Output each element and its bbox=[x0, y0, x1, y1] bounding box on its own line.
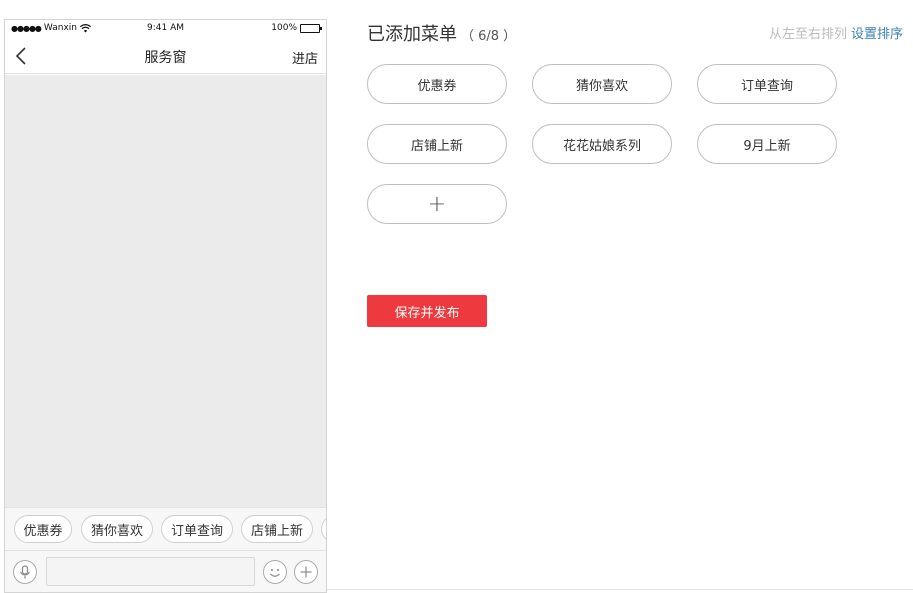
chat-area bbox=[5, 75, 326, 507]
menu-item-button[interactable]: 花花姑娘系列 bbox=[532, 124, 672, 164]
set-sort-link[interactable]: 设置排序 bbox=[851, 27, 903, 42]
menu-item-button[interactable]: 9月上新 bbox=[697, 124, 837, 164]
microphone-icon bbox=[20, 565, 30, 579]
save-and-publish-button[interactable]: 保存并发布 bbox=[367, 295, 487, 327]
divider bbox=[327, 589, 913, 590]
battery-icon bbox=[300, 23, 322, 33]
menu-item-button[interactable]: 店铺上新 bbox=[367, 124, 507, 164]
plus-circle-icon bbox=[300, 566, 312, 578]
panel-title: 已添加菜单 （ 6/8 ） bbox=[367, 20, 516, 46]
enter-store-link[interactable]: 进店 bbox=[292, 48, 318, 67]
menu-chip-partial[interactable] bbox=[321, 515, 326, 543]
sort-order-label: 从左至右排列 bbox=[768, 27, 847, 42]
menu-chip[interactable]: 店铺上新 bbox=[241, 515, 313, 543]
nav-bar: 服务窗 进店 bbox=[5, 38, 326, 74]
smiley-icon bbox=[270, 569, 280, 577]
battery-percent: 100% bbox=[271, 23, 297, 33]
panel-title-text: 已添加菜单 bbox=[367, 24, 457, 45]
menu-item-button[interactable]: 优惠券 bbox=[367, 64, 507, 104]
emoji-button[interactable] bbox=[263, 560, 287, 584]
menu-count: （ 6/8 ） bbox=[461, 29, 517, 44]
menu-chip[interactable]: 猜你喜欢 bbox=[81, 515, 153, 543]
phone-preview: ●●●●● Wanxin 9:41 AM 100% 服务窗 进店 优惠券 猜你喜… bbox=[4, 19, 327, 593]
more-button[interactable] bbox=[294, 560, 318, 584]
menu-item-button[interactable]: 猜你喜欢 bbox=[532, 64, 672, 104]
menu-strip: 优惠券 猜你喜欢 订单查询 店铺上新 bbox=[5, 507, 326, 550]
input-bar bbox=[5, 550, 326, 592]
page: ●●●●● Wanxin 9:41 AM 100% 服务窗 进店 优惠券 猜你喜… bbox=[0, 0, 913, 593]
nav-title: 服务窗 bbox=[144, 50, 187, 66]
menu-item-button[interactable]: 订单查询 bbox=[697, 64, 837, 104]
add-menu-button[interactable]: + bbox=[367, 184, 507, 224]
message-input[interactable] bbox=[46, 557, 255, 586]
status-right: 100% bbox=[271, 23, 322, 33]
voice-button[interactable] bbox=[13, 560, 37, 584]
menu-chip[interactable]: 优惠券 bbox=[14, 515, 72, 543]
status-bar: ●●●●● Wanxin 9:41 AM 100% bbox=[5, 20, 326, 38]
menu-chip[interactable]: 订单查询 bbox=[161, 515, 233, 543]
sort-hint: 从左至右排列 设置排序 bbox=[769, 23, 903, 42]
